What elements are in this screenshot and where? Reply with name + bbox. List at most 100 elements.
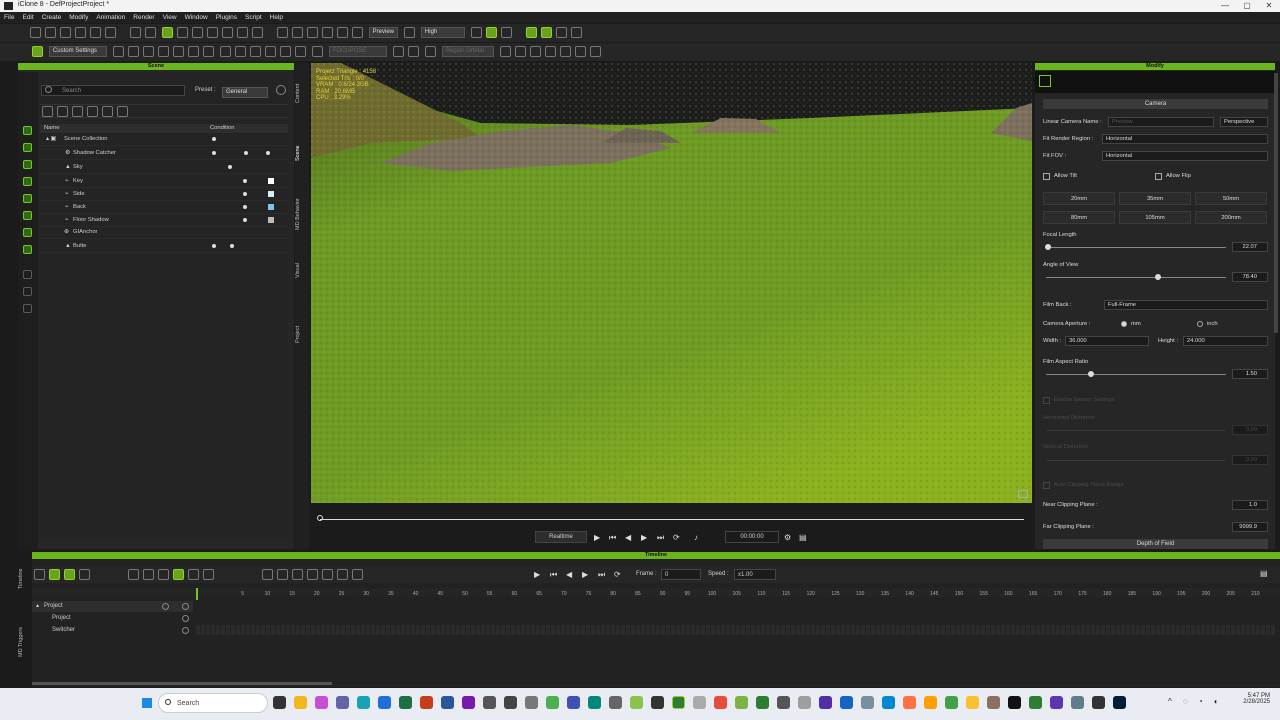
camera-view-icon[interactable]	[276, 27, 288, 38]
video-tool-icon[interactable]	[23, 245, 32, 254]
brush-icon[interactable]	[470, 27, 482, 38]
camera-name-input[interactable]: Preview	[1108, 117, 1214, 127]
angle-of-view-slider[interactable]	[1046, 274, 1226, 280]
video-icon[interactable]	[403, 27, 415, 38]
tray-wifi-icon[interactable]: ◔	[1198, 697, 1203, 706]
home-icon[interactable]	[291, 27, 303, 38]
zoom-in-icon[interactable]	[291, 569, 303, 580]
custom-settings-dropdown[interactable]: Custom Settings	[48, 46, 107, 57]
realtime-dropdown[interactable]: Realtime	[535, 531, 587, 543]
bar-icon[interactable]	[529, 46, 541, 57]
visible-icon[interactable]	[212, 151, 216, 155]
windows-start-icon[interactable]	[142, 698, 152, 708]
app-icon-o[interactable]	[777, 696, 790, 709]
open-icon[interactable]	[44, 27, 56, 38]
first-frame-icon[interactable]: ⏮	[609, 533, 616, 543]
gear-icon[interactable]	[589, 46, 601, 57]
lens-200mm-button[interactable]: 200mm	[1195, 211, 1267, 224]
grid-toggle-icon[interactable]	[264, 46, 276, 57]
tab-project[interactable]: Project	[295, 319, 309, 349]
scene-row-sky[interactable]: ▲ Sky	[40, 161, 288, 174]
speed-dropdown[interactable]: x1.00	[734, 569, 776, 580]
app-icon-h[interactable]	[609, 696, 622, 709]
paint-icon[interactable]	[500, 27, 512, 38]
app-icon-a[interactable]	[315, 696, 328, 709]
fit-icon[interactable]	[351, 27, 363, 38]
tray-chevron-icon[interactable]: ^	[1168, 697, 1172, 706]
lens-35mm-button[interactable]: 35mm	[1119, 192, 1191, 205]
upload-icon[interactable]	[574, 46, 586, 57]
scene-row-butte[interactable]: ▲ Butte	[40, 240, 288, 253]
timeline-next-icon[interactable]: ▶	[582, 570, 588, 579]
track-project[interactable]: Project	[32, 613, 193, 624]
focus-icon[interactable]	[311, 46, 323, 57]
app-icon-n[interactable]	[756, 696, 769, 709]
timeline-ruler[interactable]: 5 10 15 20 25 30 35 40 45 50 55 60 65 70 75 80 85 90 95 100…	[32, 588, 1280, 597]
camera-section-header[interactable]: Camera	[1043, 99, 1268, 109]
dot-icon[interactable]	[499, 46, 511, 57]
scene-row-shadow-catcher[interactable]: ⚙ Shadow Catcher	[40, 147, 288, 160]
settings-f-icon[interactable]	[187, 46, 199, 57]
app-icon-s[interactable]	[861, 696, 874, 709]
print-icon[interactable]	[104, 27, 116, 38]
vertical-distortion-field[interactable]: 0.00	[1232, 455, 1268, 465]
key-b-icon[interactable]	[187, 569, 199, 580]
camera-tool-icon[interactable]	[23, 194, 32, 203]
edge-icon[interactable]	[357, 696, 370, 709]
aspect-ratio-knob[interactable]	[1088, 371, 1094, 377]
scrubber-handle[interactable]	[317, 515, 323, 521]
timeline-prev-icon[interactable]: ◀	[566, 570, 572, 579]
app-icon-b[interactable]	[483, 696, 496, 709]
pivot-icon[interactable]	[221, 27, 233, 38]
app-icon-i[interactable]	[630, 696, 643, 709]
app-icon-z[interactable]	[1008, 696, 1021, 709]
misc-b-tool-icon[interactable]	[23, 304, 32, 313]
aspect-ratio-slider[interactable]	[1046, 371, 1226, 377]
height-field[interactable]: 24.000	[1183, 336, 1268, 346]
app-icon-aa[interactable]	[1029, 696, 1042, 709]
curve-b-icon[interactable]	[142, 569, 154, 580]
mark-out-icon[interactable]	[336, 569, 348, 580]
app-icon-q[interactable]	[819, 696, 832, 709]
track-c-icon[interactable]	[79, 569, 90, 580]
path-tool-icon[interactable]	[23, 211, 32, 220]
scene-row-gianchor[interactable]: ⊕ GIAnchor	[40, 226, 288, 239]
near-clipping-field[interactable]: 1.0	[1232, 500, 1268, 510]
insert-icon[interactable]	[261, 569, 273, 580]
rotate-icon[interactable]	[191, 27, 203, 38]
app-icon-t[interactable]	[882, 696, 895, 709]
focal-length-knob[interactable]	[1044, 244, 1051, 250]
scene-row-key[interactable]: ⌁ Key	[40, 175, 288, 188]
gizmo-icon[interactable]	[525, 27, 537, 38]
extra-a-icon[interactable]	[392, 46, 404, 57]
preview-dropdown[interactable]: Preview	[368, 27, 399, 38]
curve-c-icon[interactable]	[157, 569, 169, 580]
particle-icon[interactable]	[249, 46, 261, 57]
viewport-layout-icon[interactable]	[1018, 490, 1028, 498]
tray-network-icon[interactable]: ◌	[1183, 697, 1188, 706]
app-icon-x[interactable]	[966, 696, 979, 709]
settings-a-icon[interactable]	[112, 46, 124, 57]
photoshop-icon[interactable]	[1113, 696, 1126, 709]
save-icon[interactable]	[59, 27, 71, 38]
app-icon-e[interactable]	[546, 696, 559, 709]
angle-of-view-knob[interactable]	[1154, 274, 1161, 280]
tab-md-behavior[interactable]: MD Behavior	[295, 193, 309, 235]
misc-a-tool-icon[interactable]	[23, 270, 32, 279]
select-icon[interactable]	[161, 27, 173, 38]
export-icon[interactable]	[89, 27, 101, 38]
track-close-icon[interactable]	[182, 615, 189, 622]
menu-file[interactable]: File	[0, 12, 18, 23]
scene-row-back[interactable]: ⌁ Back	[40, 201, 288, 214]
width-field[interactable]: 36.000	[1065, 336, 1149, 346]
app-icon-ad[interactable]	[1092, 696, 1105, 709]
light-tool-icon[interactable]	[23, 177, 32, 186]
menu-render[interactable]: Render	[129, 12, 158, 23]
app-icon-g[interactable]	[588, 696, 601, 709]
app-icon-m[interactable]	[735, 696, 748, 709]
track-visible-icon[interactable]	[162, 603, 169, 610]
settings-d-icon[interactable]	[157, 46, 169, 57]
ms-logo-icon[interactable]	[31, 46, 43, 57]
play-icon[interactable]: ▶	[594, 533, 600, 542]
tab-scene[interactable]: Scene	[295, 141, 309, 165]
